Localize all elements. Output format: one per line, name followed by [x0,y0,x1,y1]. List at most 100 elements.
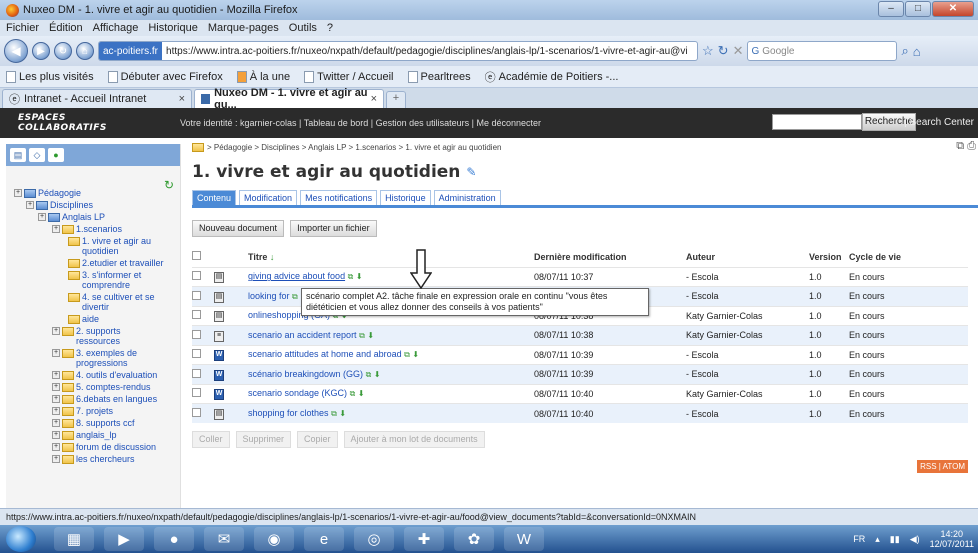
document-title-link[interactable]: looking for [248,291,290,301]
back-button[interactable]: ◀ [4,39,28,63]
tree-item-label[interactable]: 4. outils d'evaluation [76,370,162,380]
app-icon[interactable]: ✚ [404,527,444,551]
menu-outils[interactable]: Outils [289,22,317,34]
table-row[interactable]: Wscenario sondage (KGC) ⧉ ⬇ 08/07/11 10:4… [192,383,968,404]
tree-item-label[interactable]: anglais_lp [76,430,162,440]
row-checkbox[interactable] [192,349,201,359]
bookmark-most-visited[interactable]: Les plus visités [6,70,94,83]
tree-item-label[interactable]: 4. se cultiver et se divertir [82,292,168,312]
new-tab-button[interactable]: + [386,91,406,108]
star-bookmark-icon[interactable]: ☆ [702,43,714,59]
column-lifecycle[interactable]: Cycle de vie [849,247,968,267]
row-checkbox[interactable] [192,408,201,417]
menu-marque-pages[interactable]: Marque-pages [208,22,279,34]
tree-item[interactable]: + forum de discussion [6,442,180,452]
expand-toggle-icon[interactable]: + [52,371,60,379]
maximize-button[interactable]: □ [905,1,931,17]
explorer-icon[interactable]: ▦ [54,527,94,551]
preview-icon[interactable]: ⧉ [366,370,372,379]
document-title-link[interactable]: giving advice about food [248,271,345,281]
preview-icon[interactable]: ⧉ [359,331,365,340]
copy-button[interactable]: Copier [297,431,338,448]
tab-administration[interactable]: Administration [433,190,501,205]
tree-item-label[interactable]: 5. comptes-rendus [76,382,162,392]
expand-toggle-icon[interactable]: + [52,225,60,233]
preview-icon[interactable]: ⧉ [404,350,410,359]
stop-icon[interactable]: ✕ [733,43,744,59]
tree-item-label[interactable]: Disciplines [50,200,136,210]
document-title-link[interactable]: scenario an accident report [248,330,357,340]
tree-item[interactable]: + Disciplines [6,200,180,210]
expand-toggle-icon[interactable]: + [52,383,60,391]
tree-item-label[interactable]: 1.scenarios [76,224,162,234]
print-icon[interactable]: ⎙ [967,140,976,152]
tab-notifications[interactable]: Mes notifications [300,190,378,205]
tag-icon[interactable]: ◇ [29,148,45,162]
close-window-button[interactable]: ✕ [932,1,974,17]
document-title-link[interactable]: shopping for clothes [248,408,329,418]
tab-nuxeo[interactable]: Nuxeo DM - 1. vivre et agir au qu... × [194,87,384,111]
tree-item[interactable]: aide [6,314,180,324]
tree-item[interactable]: 1. vivre et agir au quotidien [6,236,180,256]
menu-aide[interactable]: ? [327,22,333,34]
tree-item[interactable]: + les chercheurs [6,454,180,464]
messenger-icon[interactable]: ● [154,527,194,551]
tree-item[interactable]: 2.etudier et travailler [6,258,180,268]
document-title-link[interactable]: scénario breakingdown (GG) [248,369,363,379]
expand-toggle-icon[interactable]: + [52,455,60,463]
home-button[interactable]: ⌂ [76,42,94,60]
row-checkbox[interactable] [192,368,201,378]
search-icon[interactable]: ⌕ [901,43,908,59]
tree-item[interactable]: +7. projets [6,406,180,416]
tree-item-label[interactable]: 6.debats en langues [76,394,162,404]
rss-atom-link[interactable]: RSS | ATOM [917,460,968,473]
edit-icon[interactable]: ✎ [466,165,476,179]
add-to-worklist-button[interactable]: Ajouter à mon lot de documents [343,431,485,448]
column-modified[interactable]: Dernière modification [534,247,686,267]
close-tab-icon[interactable]: × [179,93,185,105]
forward-button[interactable]: ▶ [32,42,50,60]
close-tab-icon[interactable]: × [371,93,377,105]
user-identity-links[interactable]: Votre identité : kgarnier-colas | Tablea… [180,118,541,128]
tree-item-label[interactable]: 8. supports ccf [76,418,162,428]
menu-affichage[interactable]: Affichage [93,22,139,34]
chrome-icon[interactable]: ◎ [354,527,394,551]
download-icon[interactable]: ⬇ [412,350,419,359]
table-row[interactable]: Wscenario attitudes at home and abroad ⧉… [192,344,968,365]
download-icon[interactable]: ⬇ [358,389,365,398]
tab-modification[interactable]: Modification [239,190,298,205]
tree-item[interactable]: +8. supports ccf [6,418,180,428]
reload-button[interactable]: ↻ [54,42,72,60]
internet-explorer-icon[interactable]: e [304,527,344,551]
table-row[interactable]: Wscénario breakingdown (GG) ⧉ ⬇ 08/07/11 … [192,364,968,384]
row-checkbox[interactable] [192,329,201,339]
url-text[interactable]: https://www.intra.ac-poitiers.fr/nuxeo/n… [162,46,688,57]
sort-icon[interactable]: ↓ [270,252,275,262]
expand-toggle-icon[interactable]: + [52,431,60,439]
column-author[interactable]: Auteur [686,247,809,267]
expand-toggle-icon[interactable]: + [52,349,60,357]
volume-icon[interactable]: ◀) [910,534,920,545]
bookmark-getting-started[interactable]: Débuter avec Firefox [107,70,223,83]
tree-item[interactable]: +3. exemples de progressions [6,348,180,368]
refresh-tree-icon[interactable]: ↻ [164,179,174,191]
document-title-link[interactable]: scenario sondage (KGC) [248,388,347,398]
preview-icon[interactable]: ⧉ [292,292,298,301]
column-version[interactable]: Version [809,247,849,267]
network-icon[interactable]: ▮▮ [890,534,900,545]
expand-toggle-icon[interactable]: + [52,443,60,451]
refresh-icon[interactable]: ↻ [718,43,729,59]
tree-item[interactable]: +1.scenarios [6,224,180,234]
site-search-input[interactable] [772,114,862,130]
tree-item-label[interactable]: Anglais LP [62,212,148,222]
document-title-link[interactable]: scenario attitudes at home and abroad [248,349,402,359]
minimize-button[interactable]: – [878,1,904,17]
new-document-button[interactable]: Nouveau document [192,220,285,237]
bookmark-pearltrees[interactable]: Pearltrees [407,70,471,83]
start-button[interactable] [6,526,36,552]
tree-item-label[interactable]: Pédagogie [38,188,124,198]
tree-item-label[interactable]: 2.etudier et travailler [82,258,168,268]
tree-item[interactable]: +2. supports ressources [6,326,180,346]
firefox-taskbar-icon[interactable]: ◉ [254,527,294,551]
table-row[interactable]: ≡ scenario an accident report ⧉ ⬇ 08/07/11… [192,325,968,345]
